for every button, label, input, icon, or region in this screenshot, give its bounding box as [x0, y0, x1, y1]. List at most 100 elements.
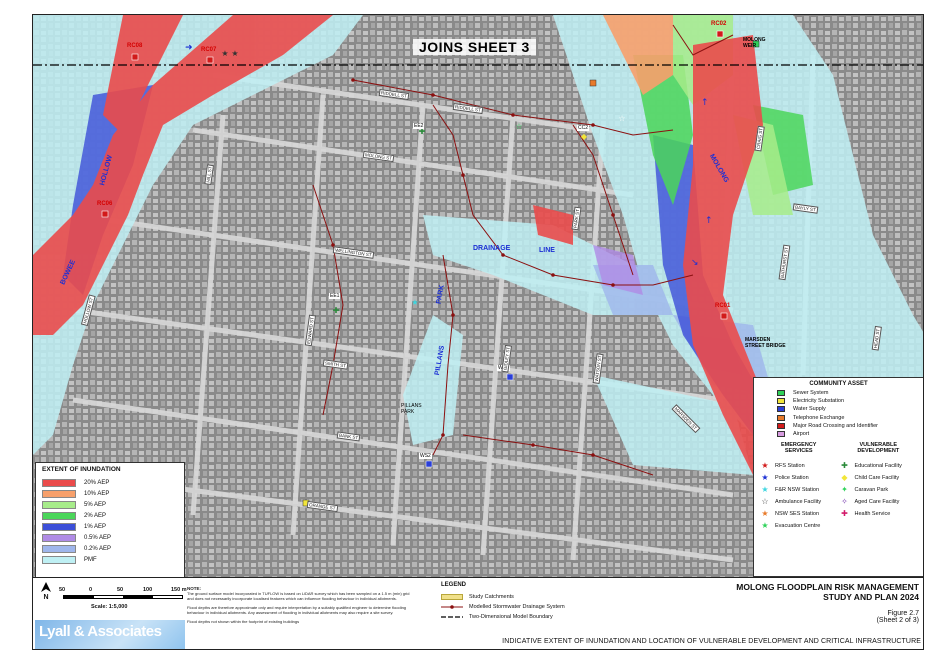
asset-label: Telephone Exchange: [793, 414, 845, 421]
note-line: The ground surface model incorporated in…: [187, 591, 410, 601]
model-boundary-symbol: [441, 614, 463, 620]
community-asset-row: Water Supply: [777, 405, 918, 413]
inundation-label: 1% AEP: [84, 523, 107, 530]
community-asset-title: COMMUNITY ASSET: [809, 381, 868, 387]
asset-swatch: [777, 422, 785, 429]
asset-label: EE1: [329, 293, 341, 299]
community-asset-row: Major Road Crossing and Identifier: [777, 422, 918, 430]
emergency-symbol-icon: ★: [761, 461, 769, 471]
emergency-label: Police Station: [775, 475, 809, 482]
svg-text:✚: ✚: [333, 306, 340, 315]
vulnerable-label: Educational Facility: [854, 463, 902, 470]
vulnerable-label: Aged Care Facility: [854, 499, 900, 506]
note-line: Flood depths are therefore approximate o…: [187, 605, 407, 615]
vulnerable-symbol-icon: ✧: [841, 497, 848, 507]
asset-label: Major Road Crossing and Identifier: [793, 422, 878, 429]
weir-label: MOLONG WEIR: [743, 37, 766, 49]
emergency-row: ☆ Ambulance Facility: [759, 496, 839, 508]
inundation-legend-row: 2% AEP: [42, 510, 178, 521]
vulnerable-symbol-icon: ✚: [841, 461, 848, 471]
asset-label: Airport: [793, 431, 810, 438]
asset-swatch: [777, 398, 785, 405]
map-legend: LEGEND Study Catchments Modelled Stormwa…: [441, 582, 641, 622]
vulnerable-development-column: VULNERABLE DEVELOPMENT ✚ Educational Faci…: [839, 442, 919, 532]
emergency-row: ★ NSW SES Station: [759, 508, 839, 520]
scale-bar-graphic: [63, 595, 183, 599]
catchment-swatch: [441, 594, 463, 600]
legend-label: Study Catchments: [469, 594, 514, 600]
svg-text:★: ★: [411, 298, 418, 307]
inundation-label: 0.2% AEP: [84, 545, 112, 552]
svg-text:↑: ↑: [705, 216, 713, 226]
figure-footer: N 50 0 50 100 150 m Scale: 1:5,000 Lyall…: [33, 577, 923, 649]
svg-text:★: ★: [231, 49, 238, 58]
figure-number: Figure 2.7: [887, 610, 919, 617]
asset-label: Sewer System: [793, 390, 829, 396]
inundation-legend-row: 20% AEP: [42, 477, 178, 488]
vulnerable-row: ✚ Educational Facility: [839, 460, 919, 472]
inundation-swatch: [42, 478, 76, 487]
vulnerable-row: ✦ Caravan Park: [839, 484, 919, 496]
svg-text:★: ★: [221, 49, 228, 58]
inundation-swatch: [42, 500, 76, 509]
vulnerable-symbol-icon: ✦: [841, 485, 848, 495]
legend-label: Modelled Stormwater Drainage System: [469, 604, 565, 610]
scale-number: 150 m: [171, 587, 187, 593]
svg-text:☆: ☆: [515, 122, 522, 131]
drainage-line-symbol: [441, 604, 463, 610]
map-view[interactable]: ★ ★ ☆ ☆ ★ ◆ ✚ ✚ ➜ ↑ ↘ ↑ JOINS SHEET 3 RC…: [33, 15, 923, 577]
community-asset-row: Airport: [777, 430, 918, 438]
community-asset-row: Telephone Exchange: [777, 414, 918, 422]
emergency-row: ★ F&R NSW Station: [759, 484, 839, 496]
park-label: PILLANS PARK: [401, 403, 422, 415]
community-asset-row: Sewer System: [777, 389, 918, 397]
emergency-symbol-icon: ☆: [761, 497, 769, 507]
svg-text:↘: ↘: [691, 258, 699, 268]
figure-caption: INDICATIVE EXTENT OF INUNDATION AND LOCA…: [502, 638, 921, 645]
emergency-label: RFS Station: [775, 463, 805, 470]
svg-text:➜: ➜: [185, 43, 193, 53]
emergency-services-column: EMERGENCY SERVICES ★ RFS Station ★ Police S…: [759, 442, 839, 532]
emergency-label: Ambulance Facility: [775, 499, 822, 506]
vulnerable-row: ✚ Health Service: [839, 508, 919, 520]
inundation-legend-row: 1% AEP: [42, 521, 178, 532]
asset-swatch: [777, 431, 785, 438]
inundation-legend-row: PMF: [42, 554, 178, 565]
north-arrow-icon: [41, 582, 51, 592]
emergency-symbol-icon: ★: [761, 509, 769, 519]
inundation-legend-title: EXTENT OF INUNDATION: [42, 466, 121, 473]
vulnerable-row: ✧ Aged Care Facility: [839, 496, 919, 508]
emergency-symbol-icon: ★: [761, 521, 769, 531]
creek-label: LINE: [539, 247, 555, 254]
legend-title: LEGEND: [441, 582, 467, 588]
creek-label: DRAINAGE: [473, 245, 511, 252]
emergency-row: ★ Evacuation Centre: [759, 520, 839, 532]
asset-label: Water Supply: [793, 406, 826, 413]
inundation-legend-row: 0.2% AEP: [42, 543, 178, 554]
inundation-label: 10% AEP: [84, 490, 110, 497]
joins-sheet-label: JOINS SHEET 3: [413, 39, 536, 55]
scale-number: 50: [117, 587, 124, 593]
svg-text:↑: ↑: [701, 98, 709, 108]
asset-swatch: [777, 414, 785, 421]
road-crossing-label: RC06: [97, 201, 113, 207]
scale-text: Scale: 1:5,000: [91, 604, 128, 610]
asset-label: EE2: [413, 123, 425, 129]
note-line: Flood depths not shown within the footpr…: [187, 619, 300, 624]
vulnerable-label: Child Care Facility: [854, 475, 900, 482]
scale-number: 0: [89, 587, 93, 593]
vulnerable-row: ◆ Child Care Facility: [839, 472, 919, 484]
scale-bar: 50 0 50 100 150 m Scale: 1:5,000: [59, 587, 187, 610]
north-arrow: N: [39, 582, 53, 601]
inundation-label: PMF: [84, 556, 97, 563]
emergency-row: ★ RFS Station: [759, 460, 839, 472]
inundation-legend-row: 10% AEP: [42, 488, 178, 499]
emergency-label: Evacuation Centre: [775, 523, 821, 530]
road-crossing-label: RC01: [715, 303, 731, 309]
bridge-label: MARSDEN STREET BRIDGE: [745, 337, 786, 349]
svg-text:◆: ◆: [581, 132, 588, 141]
inundation-legend-row: 0.5% AEP: [42, 532, 178, 543]
company-logo: Lyall & Associates: [35, 620, 185, 649]
community-asset-legend: COMMUNITY ASSET Sewer System Electricity …: [753, 377, 923, 577]
asset-swatch: [777, 390, 785, 396]
